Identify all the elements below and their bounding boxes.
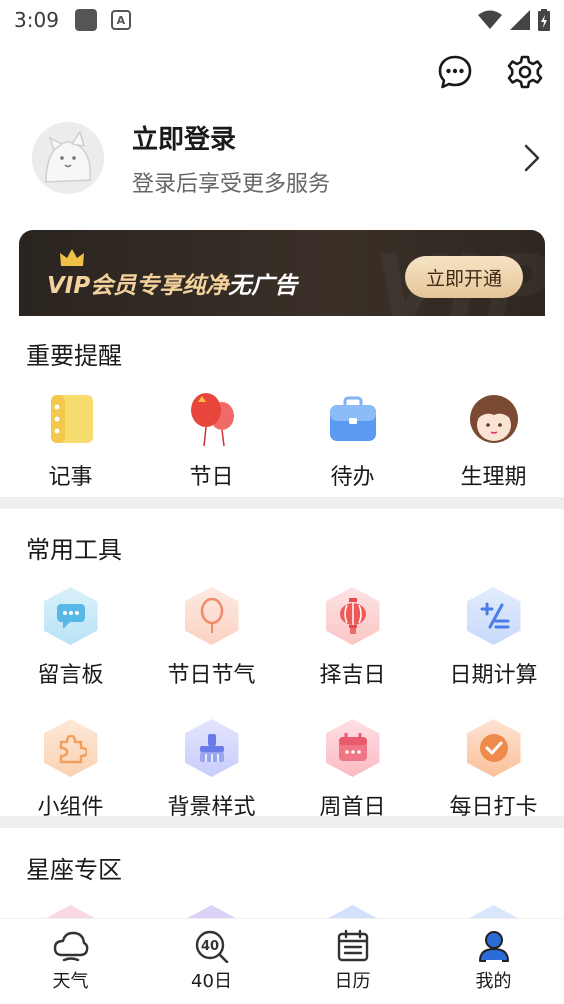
tool-item-background-style[interactable]: 背景样式 bbox=[141, 719, 282, 821]
tool-label-message-board: 留言板 bbox=[37, 663, 104, 688]
zodiac-title: 星座专区 bbox=[26, 856, 122, 884]
reminders-section: 重要提醒 记事 节日 待办 生理期 bbox=[0, 336, 564, 491]
nav-forty-day[interactable]: 40 40日 bbox=[141, 919, 282, 1004]
reminder-item-period[interactable]: 生理期 bbox=[423, 391, 564, 491]
calendar-icon bbox=[325, 719, 380, 777]
crown-icon bbox=[60, 249, 84, 266]
reminder-label-notes: 记事 bbox=[48, 465, 93, 490]
section-divider bbox=[0, 497, 564, 509]
briefcase-icon bbox=[325, 391, 381, 447]
login-title: 立即登录 bbox=[132, 124, 237, 155]
tool-label-lucky-day: 择吉日 bbox=[319, 663, 386, 688]
reminder-label-period: 生理期 bbox=[460, 465, 527, 490]
nav-label-mine: 我的 bbox=[475, 971, 512, 992]
tools-title: 常用工具 bbox=[26, 536, 122, 564]
reminder-label-todo: 待办 bbox=[330, 465, 375, 490]
user-icon bbox=[478, 931, 509, 962]
vip-promo-gold: VIP会员专享纯净 bbox=[47, 273, 229, 299]
vip-open-button[interactable]: 立即开通 bbox=[405, 256, 523, 298]
gear-icon bbox=[507, 55, 543, 89]
top-actions bbox=[0, 40, 564, 104]
tool-label-date-calc: 日期计算 bbox=[449, 663, 538, 688]
puzzle-icon bbox=[43, 719, 98, 777]
status-bar: 3:09 A bbox=[0, 0, 564, 40]
calendar-icon bbox=[337, 929, 368, 962]
tool-item-festival-term[interactable]: 节日节气 bbox=[141, 587, 282, 689]
vip-promo-text: VIP会员专享纯净无广告 bbox=[47, 266, 297, 300]
tool-item-date-calc[interactable]: 日期计算 bbox=[423, 587, 564, 689]
check-icon bbox=[466, 719, 521, 777]
nav-calendar[interactable]: 日历 bbox=[282, 919, 423, 1004]
notebook-icon bbox=[43, 391, 99, 447]
status-time: 3:09 bbox=[14, 8, 59, 32]
battery-icon bbox=[538, 9, 550, 31]
login-row[interactable]: 立即登录 登录后享受更多服务 bbox=[0, 104, 564, 212]
balloon-outline-icon bbox=[184, 587, 239, 645]
message-button[interactable] bbox=[436, 53, 474, 91]
reminder-label-festival: 节日 bbox=[189, 465, 234, 490]
reminder-item-festival[interactable]: 节日 bbox=[141, 391, 282, 491]
cat-avatar-icon bbox=[32, 122, 104, 194]
brush-icon bbox=[184, 719, 239, 777]
bottom-nav: 天气 40 40日 日历 我的 bbox=[0, 918, 564, 1004]
tool-item-lucky-day[interactable]: 择吉日 bbox=[282, 587, 423, 689]
nav-weather[interactable]: 天气 bbox=[0, 919, 141, 1004]
notification-icon bbox=[74, 9, 97, 31]
nav-label-calendar: 日历 bbox=[334, 971, 371, 992]
reminders-title: 重要提醒 bbox=[26, 342, 122, 370]
lantern-icon bbox=[325, 587, 380, 645]
tool-label-festival-term: 节日节气 bbox=[167, 663, 256, 688]
message-board-icon bbox=[43, 587, 98, 645]
girl-face-icon bbox=[466, 391, 522, 447]
settings-button[interactable] bbox=[506, 53, 544, 91]
nav-label-forty-day: 40日 bbox=[191, 971, 232, 992]
tool-item-week-start[interactable]: 周首日 bbox=[282, 719, 423, 821]
login-subtitle: 登录后享受更多服务 bbox=[132, 171, 331, 197]
tool-item-message-board[interactable]: 留言板 bbox=[0, 587, 141, 689]
vip-banner[interactable]: VIP VIP会员专享纯净无广告 立即开通 bbox=[19, 230, 545, 316]
vip-promo-white: 无广告 bbox=[228, 273, 298, 299]
calculator-icon bbox=[466, 587, 521, 645]
weather-icon bbox=[53, 931, 88, 962]
reminder-item-notes[interactable]: 记事 bbox=[0, 391, 141, 491]
nav-mine[interactable]: 我的 bbox=[423, 919, 564, 1004]
tool-item-widget[interactable]: 小组件 bbox=[0, 719, 141, 821]
forty-day-glyph: 40 bbox=[200, 939, 218, 954]
balloon-icon bbox=[184, 391, 240, 447]
tool-item-daily-checkin[interactable]: 每日打卡 bbox=[423, 719, 564, 821]
nav-label-weather: 天气 bbox=[52, 971, 89, 992]
tools-section: 常用工具 留言板 节日节气 择吉日 日期计算 小组件 背景样式 周首日 每日打卡 bbox=[0, 530, 564, 821]
chevron-right-icon bbox=[524, 144, 540, 172]
forty-day-icon: 40 bbox=[195, 930, 228, 963]
wifi-icon bbox=[478, 10, 502, 29]
signal-icon bbox=[510, 10, 530, 30]
avatar[interactable] bbox=[32, 122, 104, 194]
keyboard-a-icon: A bbox=[110, 10, 131, 30]
section-divider bbox=[0, 816, 564, 828]
chat-bubble-icon bbox=[438, 55, 472, 89]
reminder-item-todo[interactable]: 待办 bbox=[282, 391, 423, 491]
